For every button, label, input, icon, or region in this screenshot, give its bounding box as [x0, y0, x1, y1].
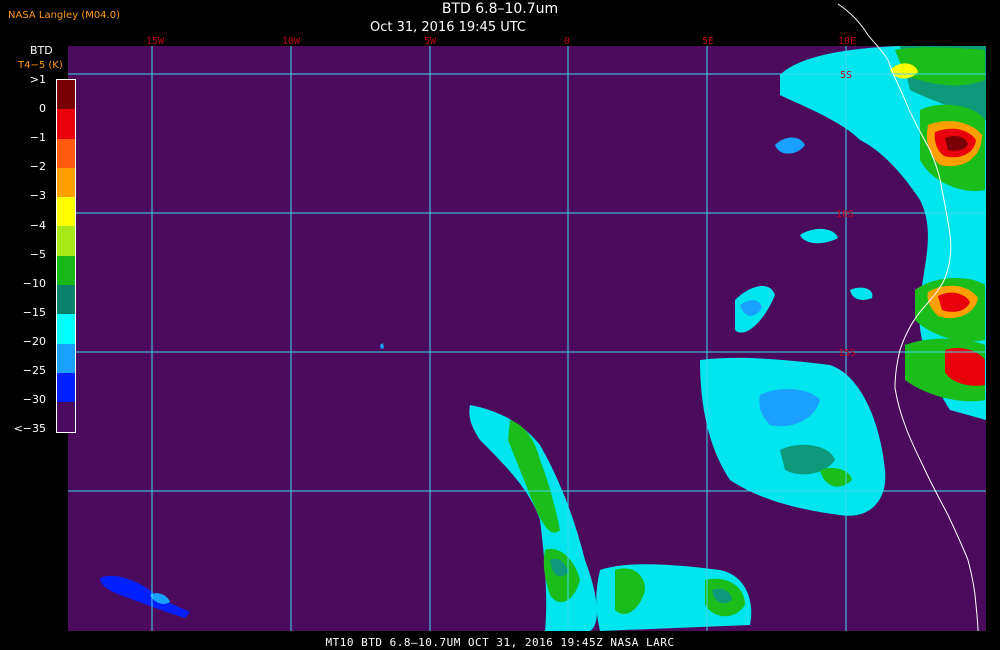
- timestamp: Oct 31, 2016 19:45 UTC: [370, 20, 526, 35]
- map-background: [68, 46, 986, 631]
- color-scale-label: −30: [22, 393, 46, 407]
- lat-label-5s: 5S: [840, 70, 852, 81]
- lon-label-5w: 5W: [424, 36, 437, 47]
- color-scale-label: >1: [29, 73, 46, 86]
- color-scale-label: <−35: [13, 422, 46, 436]
- product-title: BTD 6.8–10.7um: [441, 1, 559, 17]
- color-scale-label: 0: [39, 102, 46, 116]
- color-scale-labels: >1 0 −1 −2 −3 −4 −5 −10 −15 −20 −25 −30 <−35: [0, 0, 60, 440]
- footer-caption: MT10 BTD 6.8–10.7UM OCT 31, 2016 19:45Z …: [325, 636, 675, 649]
- lat-label-10s: 10S: [836, 209, 854, 220]
- lon-label-0: 0: [564, 36, 570, 47]
- color-scale-label: −5: [29, 247, 46, 261]
- lon-labels: 15W 10W 5W 0 5E 10E: [146, 36, 856, 47]
- lon-label-10e: 10E: [838, 36, 856, 47]
- color-scale-label: −10: [22, 276, 46, 290]
- color-scale-label: −15: [22, 305, 46, 319]
- color-scale-label: −4: [29, 218, 46, 232]
- color-scale-label: −3: [29, 189, 46, 203]
- lat-label-15s: 15S: [838, 348, 856, 359]
- color-scale-label: −20: [22, 334, 46, 348]
- color-scale-label: −1: [29, 131, 46, 145]
- satellite-map: 15W 10W 5W 0 5E 10E 5S 10S 15S: [68, 3, 986, 632]
- lon-label-5e: 5E: [702, 36, 714, 47]
- color-scale-label: −25: [22, 364, 46, 377]
- color-scale-label: −2: [29, 160, 46, 174]
- lon-label-15w: 15W: [146, 36, 165, 47]
- lon-label-10w: 10W: [282, 36, 301, 47]
